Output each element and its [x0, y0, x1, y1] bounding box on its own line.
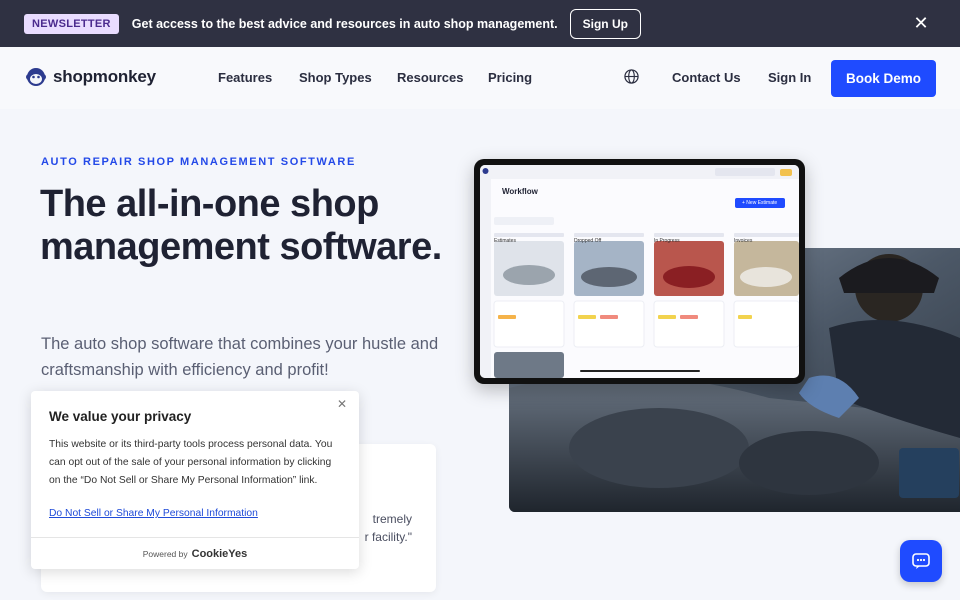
globe-icon[interactable]	[624, 69, 639, 84]
workflow-screenshot	[480, 165, 799, 378]
hero-title: The all-in-one shop management software.	[40, 183, 442, 268]
chat-button[interactable]	[900, 540, 942, 582]
consent-title: We value your privacy	[49, 409, 192, 424]
close-icon[interactable]: ✕	[337, 398, 349, 410]
signup-button[interactable]: Sign Up	[569, 8, 641, 39]
do-not-sell-link[interactable]: Do Not Sell or Share My Personal Informa…	[49, 508, 258, 519]
newsletter-banner: NEWSLETTER Get access to the best advice…	[0, 0, 960, 47]
new-estimate-button: + New Estimate	[742, 200, 778, 206]
column-in-progress: In Progress	[654, 238, 680, 244]
cookie-consent-dialog: We value your privacy ✕ This website or …	[31, 391, 359, 569]
nav-resources[interactable]: Resources	[397, 70, 463, 85]
tablet-mockup: Workflow + New Estimate Estimates Droppe…	[474, 159, 805, 384]
close-icon[interactable]: ✕	[912, 14, 930, 32]
logo-text: shopmonkey	[53, 67, 156, 86]
powered-by-label: Powered by	[142, 548, 188, 559]
main-nav: shopmonkey Features Shop Types Resources…	[0, 47, 960, 109]
consent-footer: Powered by CookieYes	[31, 537, 359, 569]
chat-icon	[912, 553, 930, 569]
tablet-screen: Workflow + New Estimate Estimates Droppe…	[480, 165, 799, 378]
hero-subtitle: The auto shop software that combines you…	[41, 335, 439, 379]
consent-body: This website or its third-party tools pr…	[49, 439, 333, 486]
nav-shop-types[interactable]: Shop Types	[299, 70, 372, 85]
nav-contact-us[interactable]: Contact Us	[672, 70, 741, 85]
workflow-title: Workflow	[502, 187, 538, 196]
column-dropped-off: Dropped Off	[574, 238, 602, 244]
book-demo-button[interactable]: Book Demo	[831, 60, 936, 97]
cookieyes-logo: CookieYes	[191, 547, 248, 560]
newsletter-badge: NEWSLETTER	[24, 13, 119, 34]
hero-eyebrow: AUTO REPAIR SHOP MANAGEMENT SOFTWARE	[41, 156, 356, 168]
monkey-logo-icon	[26, 68, 46, 86]
banner-text: Get access to the best advice and resour…	[131, 16, 558, 31]
nav-features[interactable]: Features	[218, 70, 272, 85]
logo[interactable]: shopmonkey	[26, 67, 156, 87]
column-invoices: Invoices	[734, 238, 753, 244]
nav-pricing[interactable]: Pricing	[488, 70, 532, 85]
nav-sign-in[interactable]: Sign In	[768, 70, 811, 85]
column-estimates: Estimates	[494, 238, 516, 244]
